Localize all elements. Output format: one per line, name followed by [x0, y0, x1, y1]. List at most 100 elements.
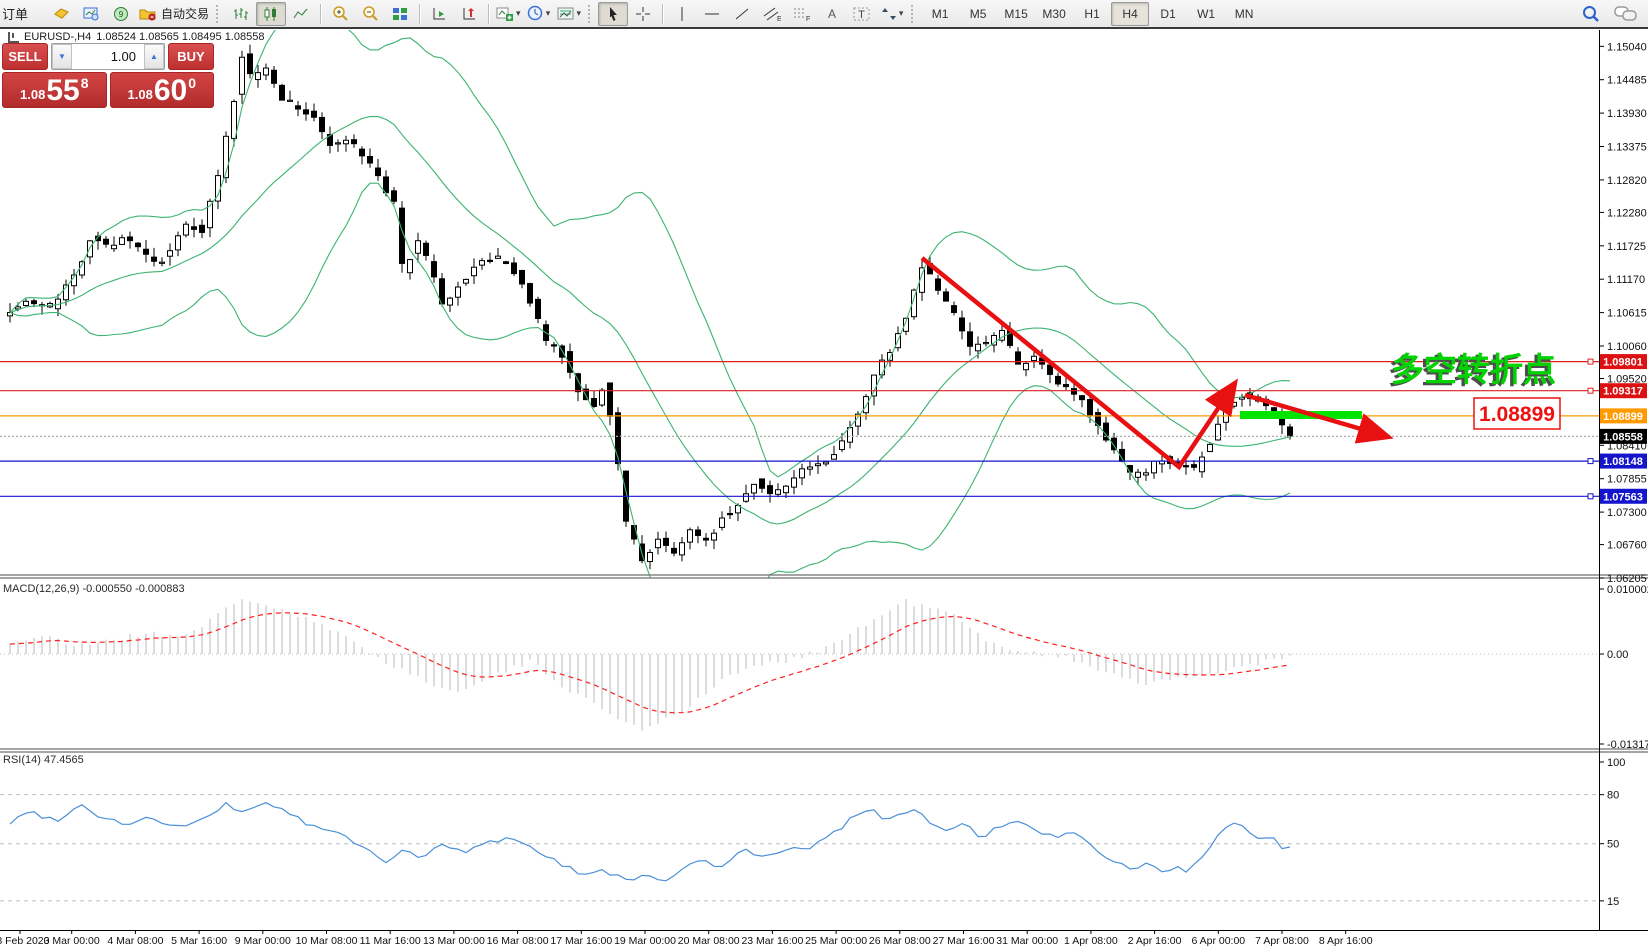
cn-annotation-text: 多空转折点 [1391, 351, 1556, 388]
time-tick-label: 23 Mar 16:00 [741, 935, 803, 947]
buy-price-small: 1.08 [128, 87, 153, 102]
time-tick-label: 10 Mar 08:00 [296, 935, 358, 947]
timeframe-button-M30[interactable]: M30 [1035, 2, 1073, 26]
signals-button[interactable]: 9 [106, 2, 136, 26]
new-order-icon-button[interactable] [46, 2, 76, 26]
arrows-button[interactable]: ▾ [877, 2, 907, 26]
zoom-out-button[interactable] [355, 2, 385, 26]
autotrading-button[interactable]: 自动交易 [136, 2, 212, 26]
timeframe-button-H4[interactable]: H4 [1111, 2, 1149, 26]
price-callout-text: 1.08899 [1479, 403, 1555, 426]
price-badge-label: 1.08899 [1603, 411, 1643, 423]
chat-icon[interactable] [1614, 5, 1638, 23]
price-tick-label: 1.12820 [1607, 175, 1647, 187]
svg-text:T: T [858, 9, 865, 21]
price-badge-label: 1.09317 [1603, 386, 1643, 398]
time-tick-label: 7 Apr 08:00 [1255, 935, 1309, 947]
periods-button[interactable]: ▾ [524, 2, 554, 26]
dropdown-caret: ▾ [546, 8, 551, 19]
cursor-button[interactable] [598, 2, 628, 26]
timeframe-button-MN[interactable]: MN [1225, 2, 1263, 26]
toolbar-grip[interactable] [588, 5, 595, 23]
line-handle [1588, 494, 1593, 499]
bar-chart-button[interactable] [226, 2, 256, 26]
dropdown-caret: ▾ [577, 8, 582, 19]
price-tick-label: 1.12280 [1607, 207, 1647, 219]
time-tick-label: 28 Feb 2020 [0, 935, 50, 947]
volume-increase-button[interactable]: ▲ [144, 44, 164, 69]
timeframe-button-H1[interactable]: H1 [1073, 2, 1111, 26]
time-tick-label: 6 Apr 00:00 [1191, 935, 1245, 947]
new-order-button[interactable]: 新订单 [0, 2, 46, 26]
crosshair-button[interactable] [628, 2, 658, 26]
timeframe-button-M5[interactable]: M5 [959, 2, 997, 26]
tile-windows-button[interactable] [385, 2, 415, 26]
symbol-period-label: EURUSD-,H4 [24, 31, 91, 43]
price-badge-label: 1.07563 [1603, 491, 1643, 503]
templates-button[interactable]: ▾ [554, 2, 585, 26]
chart-shift-button[interactable] [454, 2, 484, 26]
timeframe-group: M1M5M15M30H1H4D1W1MN [921, 0, 1263, 27]
trendline-icon [734, 6, 750, 22]
vertical-line-button[interactable] [667, 2, 697, 26]
toolbar-separator [419, 4, 420, 24]
rsi-axis-label: 50 [1607, 839, 1619, 851]
timeframe-button-D1[interactable]: D1 [1149, 2, 1187, 26]
candlestick-chart-button[interactable] [256, 2, 286, 26]
one-click-trading-panel: SELL ▼ 1.00 ▲ BUY 1.08 55 8 1.08 60 0 [2, 43, 214, 108]
auto-scroll-icon [431, 6, 448, 22]
price-badge-label: 1.08148 [1603, 456, 1643, 468]
fibonacci-button[interactable]: F [787, 2, 817, 26]
price-tick-label: 1.11725 [1607, 241, 1646, 253]
text-label-button[interactable]: T [847, 2, 877, 26]
svg-text:F: F [806, 16, 810, 22]
macd-axis-label: 0.00 [1607, 649, 1628, 661]
time-tick-label: 11 Mar 16:00 [360, 935, 421, 947]
chart-window: 1.150401.144851.139301.133751.128201.122… [0, 27, 1648, 948]
sell-price-sup: 8 [81, 75, 89, 91]
volume-decrease-button[interactable]: ▼ [52, 44, 72, 69]
candlestick-chart-icon [263, 6, 279, 22]
time-tick-label: 1 Apr 08:00 [1064, 935, 1118, 947]
time-tick-label: 19 Mar 00:00 [614, 935, 676, 947]
price-tick-label: 1.07300 [1607, 507, 1647, 519]
time-tick-label: 3 Mar 00:00 [44, 935, 100, 947]
auto-scroll-button[interactable] [424, 2, 454, 26]
mt4-window: 新订单 9 自动交易 [0, 0, 1648, 948]
buy-button[interactable]: BUY [168, 43, 214, 70]
rsi-name: RSI(14) [3, 754, 41, 766]
arrow-objects-icon [881, 6, 897, 22]
cursor-group [598, 0, 658, 27]
chart-type-group [226, 0, 316, 27]
terminal-chart-icon [83, 6, 100, 22]
chart-ohlc-header: EURUSD-,H4 1.08524 1.08565 1.08495 1.085… [8, 31, 264, 43]
yellow-package-icon [53, 6, 70, 21]
new-chart-button[interactable]: ▾ [493, 2, 524, 26]
price-tick-label: 1.15040 [1607, 41, 1647, 53]
zoom-in-button[interactable] [325, 2, 355, 26]
bar-chart-icon [233, 6, 249, 22]
macd-name: MACD(12,26,9) [3, 583, 79, 595]
toolbar-grip[interactable] [911, 5, 918, 23]
crosshair-icon [635, 6, 651, 22]
new-order-label: 新订单 [3, 7, 28, 22]
search-icon[interactable] [1582, 5, 1600, 23]
timeframe-button-W1[interactable]: W1 [1187, 2, 1225, 26]
sell-quote[interactable]: 1.08 55 8 [2, 72, 107, 108]
volume-input[interactable]: 1.00 [72, 44, 144, 69]
terminal-button[interactable] [76, 2, 106, 26]
price-chart[interactable]: 1.150401.144851.139301.133751.128201.122… [0, 27, 1648, 948]
timeframe-button-M1[interactable]: M1 [921, 2, 959, 26]
buy-quote[interactable]: 1.08 60 0 [110, 72, 215, 108]
trendline-button[interactable] [727, 2, 757, 26]
equidistant-channel-button[interactable]: E [757, 2, 787, 26]
time-tick-label: 26 Mar 08:00 [869, 935, 931, 947]
toolbar-grip[interactable] [216, 5, 223, 23]
text-button[interactable]: A [817, 2, 847, 26]
line-chart-button[interactable] [286, 2, 316, 26]
sell-button[interactable]: SELL [2, 43, 48, 70]
horizontal-line-button[interactable] [697, 2, 727, 26]
zoom-out-icon [362, 5, 379, 22]
objects-group: E F A T ▾ [667, 0, 907, 27]
timeframe-button-M15[interactable]: M15 [997, 2, 1035, 26]
